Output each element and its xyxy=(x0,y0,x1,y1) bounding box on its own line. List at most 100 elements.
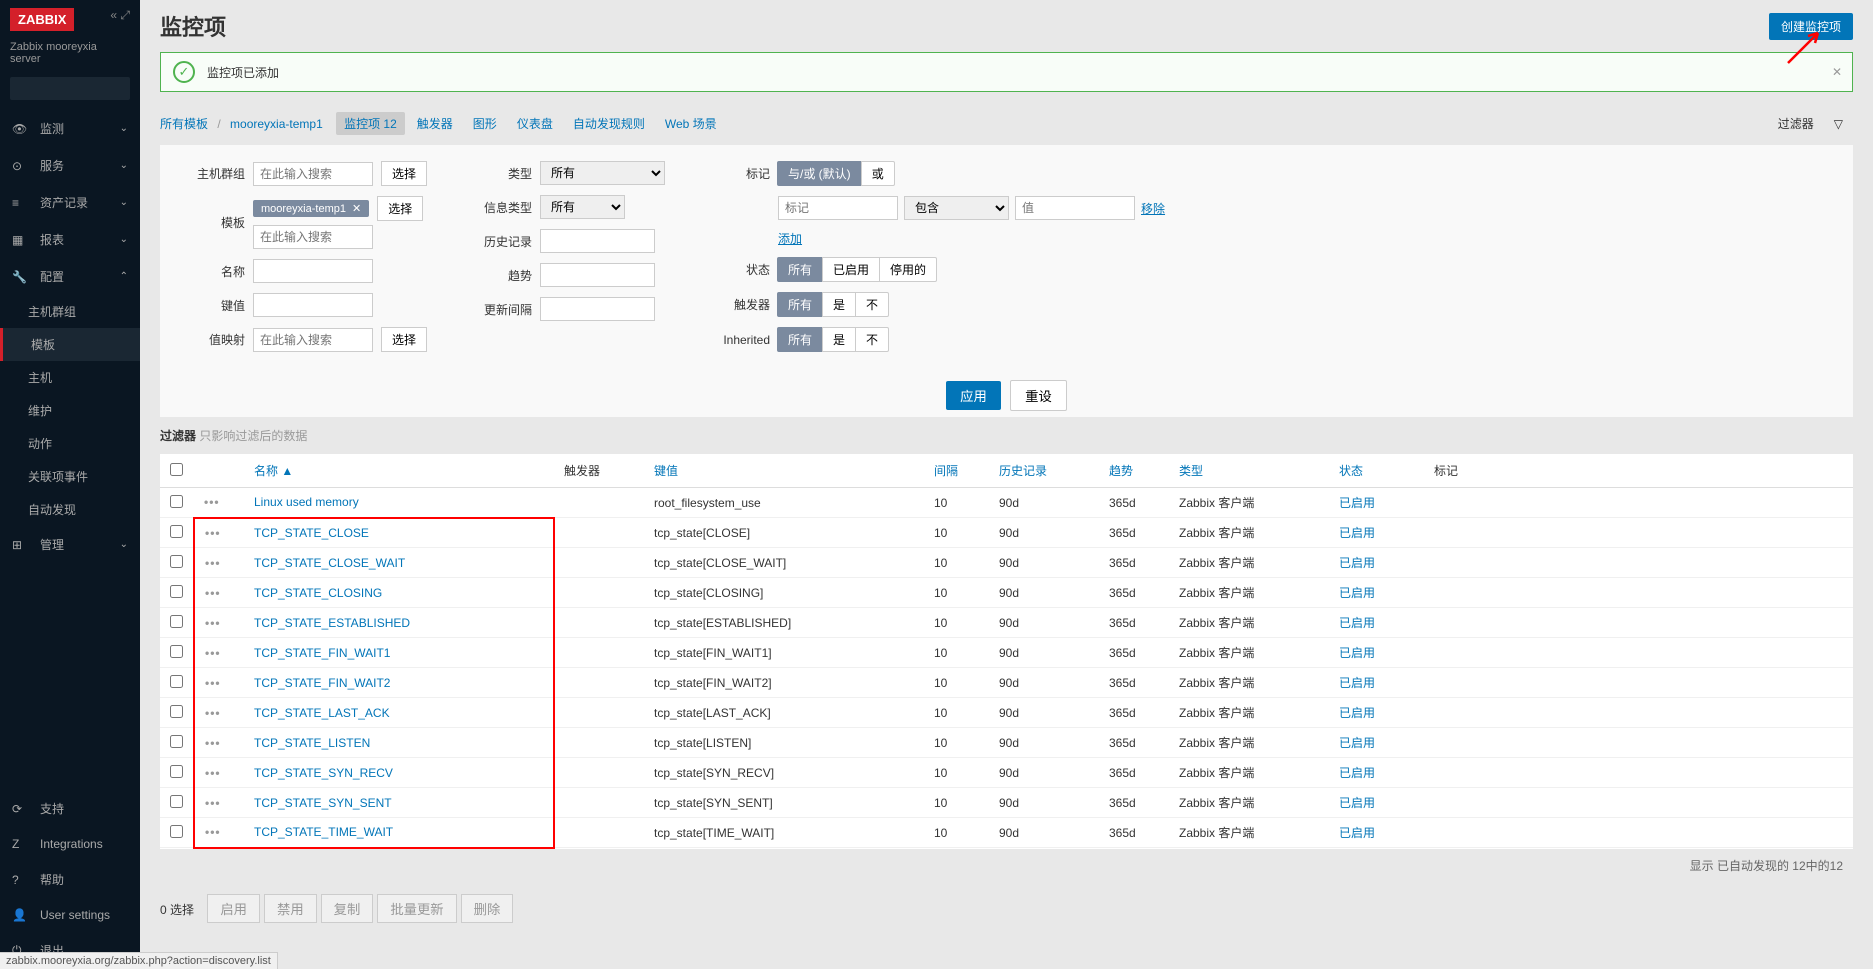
row-actions-icon[interactable]: ••• xyxy=(205,646,221,660)
row-actions-icon[interactable]: ••• xyxy=(205,766,221,780)
row-actions-icon[interactable]: ••• xyxy=(205,616,221,630)
nav-bottom-item[interactable]: ⟳ 支持 xyxy=(0,790,140,827)
nav-sub-item[interactable]: 动作 xyxy=(0,427,140,460)
row-actions-icon[interactable]: ••• xyxy=(205,796,221,810)
status-option[interactable]: 所有 xyxy=(777,257,823,282)
item-name-link[interactable]: TCP_STATE_FIN_WAIT1 xyxy=(254,646,390,660)
nav-sub-item[interactable]: 关联项事件 xyxy=(0,460,140,493)
header-trends[interactable]: 趋势 xyxy=(1109,464,1133,478)
filter-icon[interactable]: ▽ xyxy=(1824,113,1853,135)
row-actions-icon[interactable]: ••• xyxy=(205,586,221,600)
item-name-link[interactable]: TCP_STATE_FIN_WAIT2 xyxy=(254,676,390,690)
nav-bottom-item[interactable]: 👤 User settings xyxy=(0,898,140,932)
valuemap-input[interactable] xyxy=(253,328,373,352)
template-chip[interactable]: mooreyxia-temp1✕ xyxy=(253,200,369,217)
row-actions-icon[interactable]: ••• xyxy=(205,736,221,750)
row-actions-icon[interactable]: ••• xyxy=(205,526,221,540)
nav-section[interactable]: ≡ 资产记录 ⌄ xyxy=(0,184,140,221)
tag-remove-link[interactable]: 移除 xyxy=(1141,200,1165,217)
nav-bottom-item[interactable]: Z Integrations xyxy=(0,827,140,861)
breadcrumb-tab[interactable]: 监控项 12 xyxy=(336,112,405,135)
apply-button[interactable]: 应用 xyxy=(946,381,1001,410)
header-interval[interactable]: 间隔 xyxy=(934,464,958,478)
host-group-input[interactable] xyxy=(253,162,373,186)
create-item-button[interactable]: 创建监控项 xyxy=(1769,13,1853,40)
breadcrumb-tab[interactable]: 触发器 xyxy=(409,112,461,135)
row-checkbox[interactable] xyxy=(170,705,183,718)
info-type-select[interactable]: 所有 xyxy=(540,195,625,219)
bulk-action-button[interactable]: 删除 xyxy=(461,894,514,923)
item-name-link[interactable]: TCP_STATE_ESTABLISHED xyxy=(254,616,410,630)
item-status-link[interactable]: 已启用 xyxy=(1339,826,1375,840)
item-status-link[interactable]: 已启用 xyxy=(1339,556,1375,570)
breadcrumb-tab[interactable]: 自动发现规则 xyxy=(565,112,653,135)
status-option[interactable]: 停用的 xyxy=(879,257,937,282)
row-actions-icon[interactable]: ••• xyxy=(205,825,221,839)
update-interval-input[interactable] xyxy=(540,297,655,321)
item-name-link[interactable]: TCP_STATE_TIME_WAIT xyxy=(254,825,393,839)
item-status-link[interactable]: 已启用 xyxy=(1339,766,1375,780)
header-key[interactable]: 键值 xyxy=(654,464,678,478)
breadcrumb-tab[interactable]: Web 场景 xyxy=(657,112,725,135)
nav-sub-item[interactable]: 主机群组 xyxy=(0,295,140,328)
nav-manage[interactable]: ⊞ 管理 ⌄ xyxy=(0,526,140,563)
item-name-link[interactable]: Linux used memory xyxy=(254,495,359,509)
row-checkbox[interactable] xyxy=(170,735,183,748)
bulk-action-button[interactable]: 启用 xyxy=(207,894,260,923)
triggers-option[interactable]: 不 xyxy=(855,292,889,317)
item-name-link[interactable]: TCP_STATE_CLOSING xyxy=(254,586,382,600)
valuemap-select-button[interactable]: 选择 xyxy=(381,327,427,352)
item-status-link[interactable]: 已启用 xyxy=(1339,676,1375,690)
breadcrumb-all-templates[interactable]: 所有模板 xyxy=(160,117,208,131)
header-type[interactable]: 类型 xyxy=(1179,464,1203,478)
breadcrumb-template[interactable]: mooreyxia-temp1 xyxy=(230,117,323,131)
tag-op-select[interactable]: 包含 xyxy=(904,196,1009,220)
select-all-checkbox[interactable] xyxy=(170,463,183,476)
search-box[interactable]: 🔍 xyxy=(10,77,130,100)
row-actions-icon[interactable]: ••• xyxy=(204,495,220,509)
key-input[interactable] xyxy=(253,293,373,317)
tag-name-input[interactable] xyxy=(778,196,898,220)
inherited-option[interactable]: 是 xyxy=(822,327,856,352)
host-group-select-button[interactable]: 选择 xyxy=(381,161,427,186)
trends-input[interactable] xyxy=(540,263,655,287)
row-checkbox[interactable] xyxy=(170,645,183,658)
triggers-option[interactable]: 所有 xyxy=(777,292,823,317)
header-history[interactable]: 历史记录 xyxy=(999,464,1047,478)
nav-sub-item[interactable]: 自动发现 xyxy=(0,493,140,526)
tags-mode-or[interactable]: 或 xyxy=(861,161,895,186)
item-status-link[interactable]: 已启用 xyxy=(1339,526,1375,540)
type-select[interactable]: 所有 xyxy=(540,161,665,185)
filter-toggle-label[interactable]: 过滤器 xyxy=(1768,111,1824,136)
row-checkbox[interactable] xyxy=(170,615,183,628)
inherited-option[interactable]: 不 xyxy=(855,327,889,352)
tag-value-input[interactable] xyxy=(1015,196,1135,220)
item-status-link[interactable]: 已启用 xyxy=(1339,736,1375,750)
item-name-link[interactable]: TCP_STATE_SYN_RECV xyxy=(254,766,393,780)
name-input[interactable] xyxy=(253,259,373,283)
template-input[interactable] xyxy=(253,225,373,249)
history-input[interactable] xyxy=(540,229,655,253)
nav-section[interactable]: ⊙ 服务 ⌄ xyxy=(0,147,140,184)
bulk-action-button[interactable]: 复制 xyxy=(321,894,374,923)
header-name[interactable]: 名称 ▲ xyxy=(254,464,293,478)
close-icon[interactable]: ✕ xyxy=(1832,65,1842,79)
item-status-link[interactable]: 已启用 xyxy=(1339,586,1375,600)
header-status[interactable]: 状态 xyxy=(1339,464,1363,478)
item-name-link[interactable]: TCP_STATE_SYN_SENT xyxy=(254,796,392,810)
row-checkbox[interactable] xyxy=(170,675,183,688)
row-checkbox[interactable] xyxy=(170,495,183,508)
status-option[interactable]: 已启用 xyxy=(822,257,880,282)
logo[interactable]: ZABBIX xyxy=(10,8,74,31)
row-actions-icon[interactable]: ••• xyxy=(205,556,221,570)
item-status-link[interactable]: 已启用 xyxy=(1339,616,1375,630)
item-status-link[interactable]: 已启用 xyxy=(1339,646,1375,660)
item-status-link[interactable]: 已启用 xyxy=(1339,496,1375,510)
item-status-link[interactable]: 已启用 xyxy=(1339,706,1375,720)
nav-sub-item[interactable]: 模板 xyxy=(0,328,140,361)
nav-sub-item[interactable]: 维护 xyxy=(0,394,140,427)
nav-section[interactable]: ▦ 报表 ⌄ xyxy=(0,221,140,258)
nav-bottom-item[interactable]: ? 帮助 xyxy=(0,861,140,898)
row-actions-icon[interactable]: ••• xyxy=(205,676,221,690)
row-checkbox[interactable] xyxy=(170,585,183,598)
